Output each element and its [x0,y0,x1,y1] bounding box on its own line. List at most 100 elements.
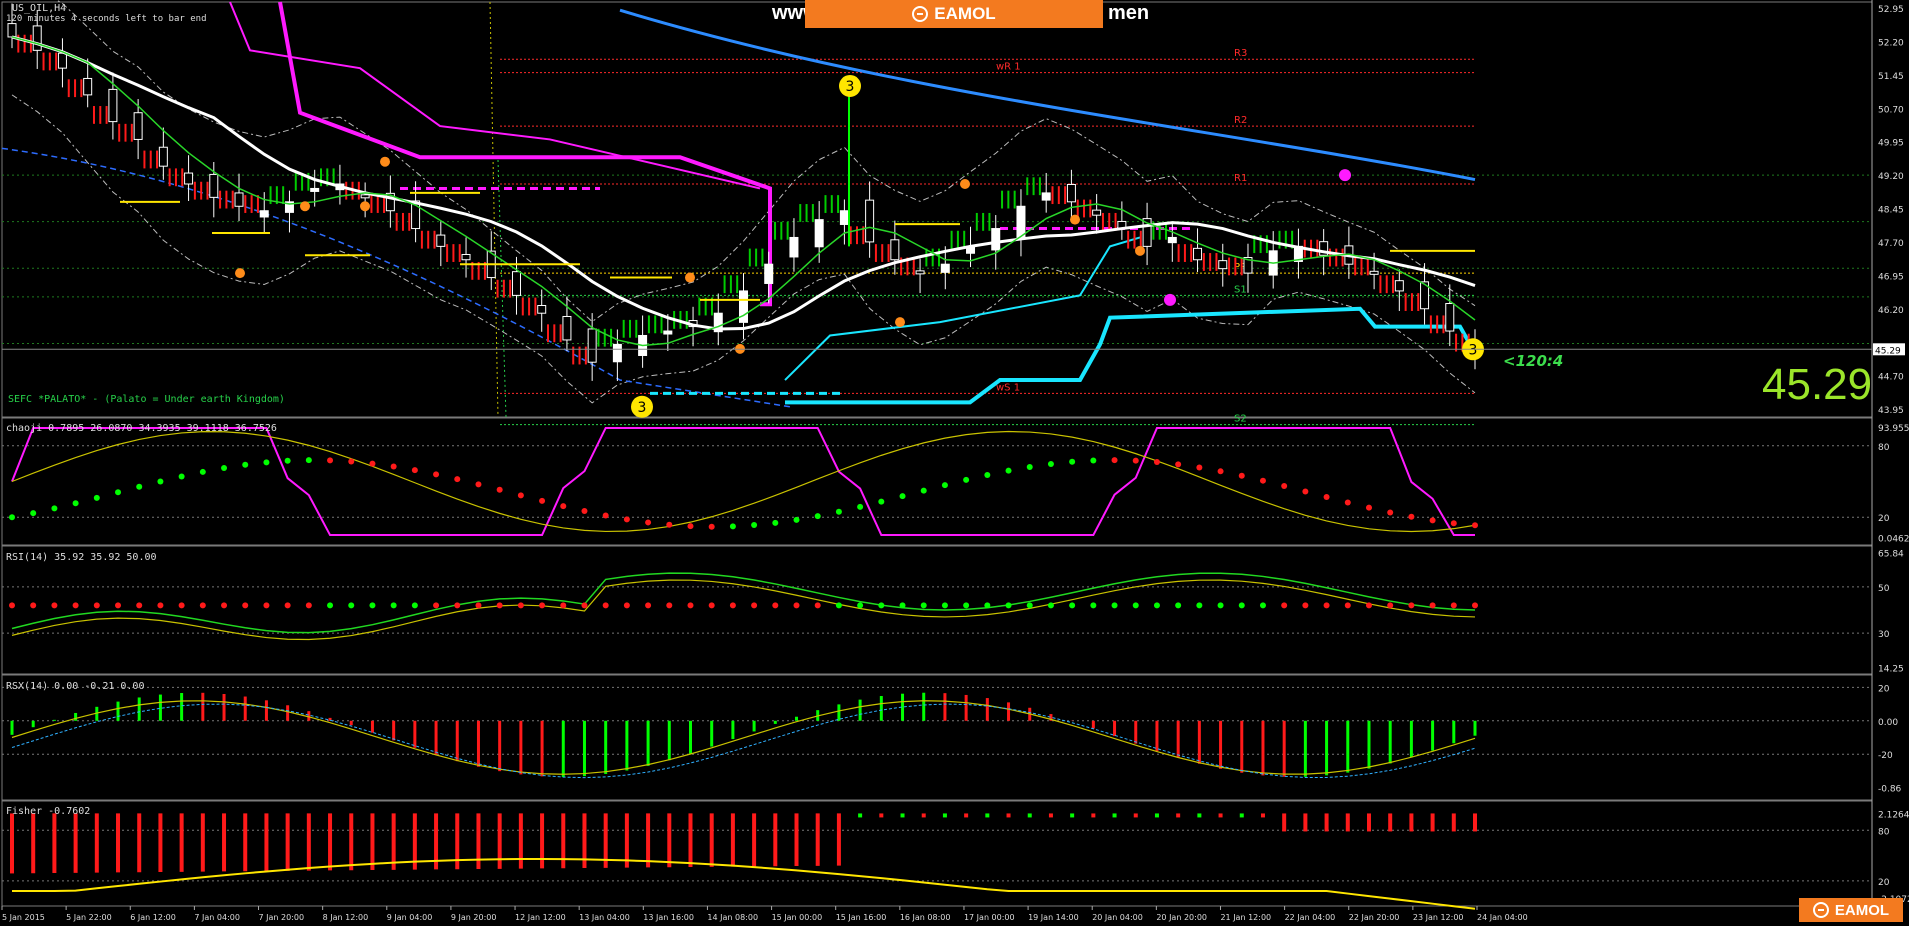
panel-frame-0 [1,1,1873,418]
candle-body-54 [1369,270,1379,275]
chaoji-dot-40 [857,503,864,510]
panel-frame-4 [1,800,1873,907]
chaoji-dot-26 [560,503,567,510]
rsi-dot-12 [263,602,270,609]
chaoji-dot-45 [963,476,970,483]
chaoji-dot-37 [793,516,800,523]
rsi-dot-45 [963,602,970,609]
chaoji-dot-7 [157,478,164,485]
price-axis-label-9: 46.20 [1878,306,1904,316]
rsi-dot-2 [51,602,58,609]
x-axis-label-4: 7 Jan 20:00 [259,913,305,922]
chaoji-dot-25 [539,497,546,504]
chaoji-dot-68 [1450,520,1457,527]
big-price-display: 45.29 [1762,360,1873,409]
rsi-dot-50 [1069,602,1076,609]
rsi-dot-5 [115,602,122,609]
candle-body-12 [310,187,320,192]
fractal-dot-8 [1070,214,1080,225]
candle-body-37 [940,263,950,273]
rsi-dot-20 [433,602,440,609]
chaoji-dot-43 [920,487,927,494]
rsi-dot-44 [941,602,948,609]
rsi-dot-31 [666,602,673,609]
rsi-dot-47 [1005,602,1012,609]
x-axis-label-16: 19 Jan 14:00 [1028,913,1079,922]
rsi-dot-38 [814,602,821,609]
price-axis-label-1: 52.20 [1878,38,1904,48]
fractal-dot-2 [360,201,370,212]
vertical-dotted-1 [489,1,499,418]
rsi-dot-39 [835,602,842,609]
rsi-dot-11 [242,602,249,609]
rsx-axis-1: 0.00 [1878,718,1898,728]
price-axis-label-8: 46.95 [1878,272,1904,282]
candle-body-5 [133,112,143,140]
x-axis-label-6: 9 Jan 04:00 [387,913,433,922]
chaoji-dot-67 [1429,517,1436,524]
chaoji-axis-3: 0.0462 [1878,534,1909,544]
fractal-dot-4 [685,272,695,283]
chaoji-dot-22 [475,481,482,488]
price-axis-label-6: 48.45 [1878,206,1904,216]
chaoji-dot-15 [327,457,334,464]
rsi-dot-0 [9,602,15,609]
chaoji-dot-38 [814,513,821,520]
wave-marker-label-2: 3 [1469,342,1478,358]
chaoji-dot-13 [284,457,291,464]
candle-body-9 [234,192,244,207]
eamol-banner: EAMOL [805,0,1103,28]
rsi-dot-14 [305,602,312,609]
panel-frame-3 [1,674,1873,801]
x-axis-label-3: 7 Jan 04:00 [194,913,240,922]
pivot-label-1: wR 1 [996,62,1021,73]
candle-body-21 [537,305,547,314]
rsi-dot-29 [623,602,630,609]
candle-body-39 [991,228,1001,251]
rsi-dot-35 [751,602,758,609]
chaoji-dot-14 [305,457,312,464]
rsx-axis-2: -20 [1878,751,1893,761]
chaoji-dot-32 [687,523,694,530]
candle-body-3 [83,77,93,96]
rsi-dot-52 [1111,602,1118,609]
candle-body-17 [436,234,446,247]
candle-body-31 [789,236,799,258]
rsi-dot-34 [729,602,736,609]
candle-body-30 [764,263,774,284]
candle-body-42 [1066,183,1076,203]
x-axis-label-0: 5 Jan 2015 [2,913,45,922]
price-axis-label-7: 47.70 [1878,239,1904,249]
rsi-dot-63 [1344,602,1351,609]
chaoji-dot-36 [772,519,779,526]
x-axis-label-9: 13 Jan 04:00 [579,913,630,922]
rsi-axis-1: 50 [1878,584,1890,594]
candle-body-48 [1218,260,1228,270]
chaoji-axis-1: 80 [1878,443,1890,453]
rsi-dot-23 [496,602,503,609]
rsi-dot-10 [221,602,228,609]
current-price-tag: 45.29 [1875,346,1901,356]
candle-body-46 [1167,236,1177,244]
candle-body-14 [360,194,370,199]
banner-brand: EAMOL [934,4,996,23]
candle-body-29 [739,290,748,323]
x-axis-label-19: 21 Jan 12:00 [1220,913,1271,922]
chaoji-dot-53 [1132,457,1139,464]
trading-chart[interactable]: R3wR 1R2R1PPS1wS 1S2333 45.2952.9552.2051… [0,0,1909,926]
chaoji-dot-23 [496,486,503,493]
symbol-label: US_OIL,H4 [12,3,67,14]
chaoji-dot-63 [1344,499,1351,506]
rsi-dot-22 [475,602,482,609]
chaoji-dot-12 [263,459,270,466]
chaoji-dot-11 [242,461,249,468]
candle-body-57 [1445,303,1455,332]
pivot-label-7: S2 [1234,414,1247,425]
magenta-thin-line [229,1,761,190]
price-axis-label-12: 43.95 [1878,406,1904,416]
chaoji-dot-29 [623,516,630,523]
wave-marker-label-1: 3 [846,79,855,95]
candle-body-33 [839,210,849,225]
chaoji-gold-line [11,430,1476,533]
fisher-axis-2: 20 [1878,878,1890,888]
